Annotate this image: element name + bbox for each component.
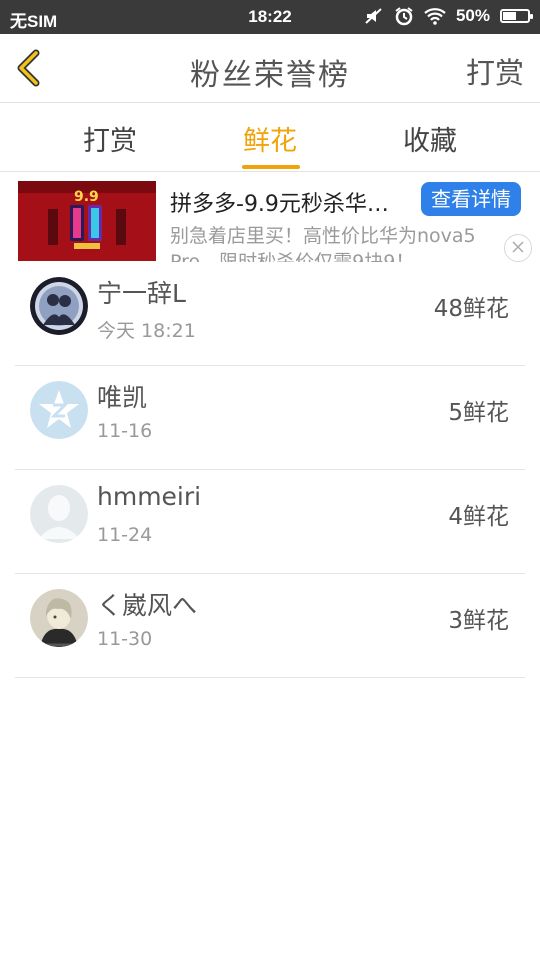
ad-title[interactable]: 拼多多-9.9元秒杀华… [170, 186, 389, 218]
ad-close-button[interactable] [504, 234, 532, 262]
avatar[interactable] [30, 381, 88, 439]
ad-image[interactable]: 9.9 [18, 181, 156, 261]
list-item[interactable]: hmmeiri 11-24 4鲜花 [15, 470, 525, 574]
mute-icon [364, 7, 384, 25]
list-item[interactable]: く崴风へ 11-30 3鲜花 [15, 574, 525, 678]
flower-count: 5鲜花 [448, 400, 509, 426]
avatar[interactable] [30, 589, 88, 647]
user-name: 宁一辞L [97, 279, 186, 308]
tab-flowers[interactable]: 鲜花 [210, 119, 330, 169]
status-bar: 无SIM 18:22 50% [0, 0, 540, 34]
user-name: hmmeiri [97, 482, 202, 511]
avatar[interactable] [30, 277, 88, 335]
title-bar: 粉丝荣誉榜 打赏 [0, 34, 540, 103]
tab-favorites[interactable]: 收藏 [370, 119, 490, 158]
fan-list: 宁一辞L 今天 18:21 48鲜花 唯凯 11-16 5鲜花 hmmeiri … [15, 262, 525, 678]
user-name: く崴风へ [97, 591, 198, 620]
user-name: 唯凯 [97, 383, 148, 412]
tab-reward[interactable]: 打赏 [50, 119, 170, 158]
default-avatar-icon [30, 485, 88, 543]
alarm-icon [394, 6, 414, 26]
qq-default-avatar-icon [30, 381, 88, 439]
list-item[interactable]: 唯凯 11-16 5鲜花 [15, 366, 525, 470]
battery-percent: 50% [455, 6, 490, 25]
ad-banner[interactable]: 9.9 拼多多-9.9元秒杀华… 查看详情 别急着店里买！高性价比华为nova5… [0, 172, 540, 262]
gift-date: 11-16 [97, 420, 153, 442]
status-icons: 50% [364, 6, 533, 26]
flower-count: 3鲜花 [448, 608, 509, 634]
gift-date: 11-30 [97, 628, 153, 650]
page-title: 粉丝荣誉榜 [190, 58, 350, 93]
flower-count: 48鲜花 [433, 296, 509, 322]
reward-button[interactable]: 打赏 [466, 50, 524, 92]
tab-flowers-label: 鲜花 [243, 126, 297, 157]
gift-date: 今天 18:21 [97, 320, 196, 342]
flower-count: 4鲜花 [448, 504, 509, 530]
battery-icon [500, 9, 533, 23]
view-details-button[interactable]: 查看详情 [421, 182, 521, 216]
gift-date: 11-24 [97, 524, 153, 546]
ad-description: 别急着店里买！高性价比华为nova5 Pro，限时秒杀价仅需9块9！ [170, 225, 476, 262]
ad-image-price: 9.9 [74, 189, 99, 205]
close-icon [512, 241, 524, 253]
tab-bar: 打赏 鲜花 收藏 [0, 103, 540, 172]
active-tab-indicator [242, 165, 300, 169]
list-item[interactable]: 宁一辞L 今天 18:21 48鲜花 [15, 262, 525, 366]
wifi-icon [424, 7, 446, 25]
avatar[interactable] [30, 485, 88, 543]
